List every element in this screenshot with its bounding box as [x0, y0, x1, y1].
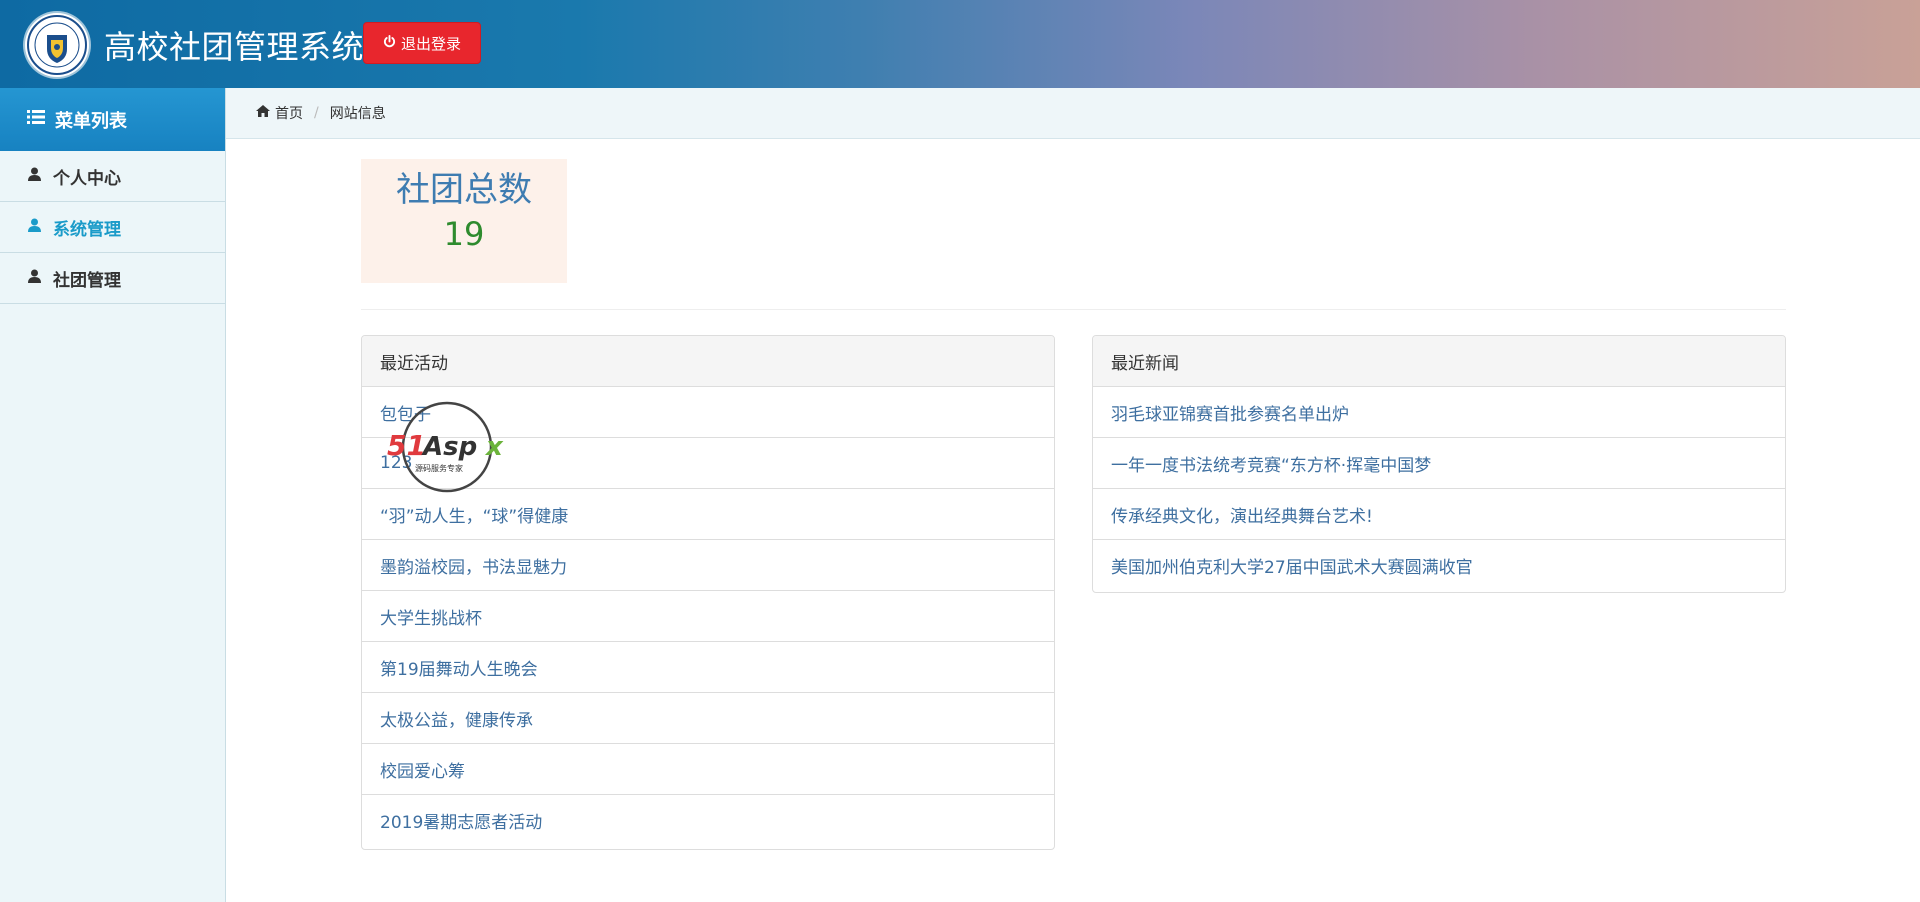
list-item[interactable]: 美国加州伯克利大学27届中国武术大赛圆满收官 [1093, 540, 1785, 591]
list-item[interactable]: 传承经典文化，演出经典舞台艺术! [1093, 489, 1785, 540]
top-header: 高校社团管理系统 退出登录 [0, 0, 1920, 88]
list-icon [27, 109, 45, 130]
logout-label: 退出登录 [400, 34, 461, 53]
sidebar-item-system-management[interactable]: 系统管理 [0, 202, 225, 253]
sidebar-header: 菜单列表 [0, 88, 225, 151]
logout-button[interactable]: 退出登录 [363, 22, 481, 64]
list-item[interactable]: 第19届舞动人生晚会 [362, 642, 1054, 693]
breadcrumb-home[interactable]: 首页 [256, 103, 303, 123]
panel-heading: 最近新闻 [1093, 336, 1785, 387]
breadcrumb-home-label: 首页 [275, 106, 303, 122]
list-item[interactable]: 校园爱心筹 [362, 744, 1054, 795]
list-item[interactable]: 2019暑期志愿者活动 [362, 795, 1054, 846]
sidebar-item-label: 系统管理 [53, 219, 121, 240]
list-item[interactable]: 羽毛球亚锦赛首批参赛名单出炉 [1093, 387, 1785, 438]
sidebar-item-label: 社团管理 [53, 270, 121, 291]
svg-text:x: x [484, 432, 504, 462]
panel-heading: 最近活动 [362, 336, 1054, 387]
user-icon [28, 166, 41, 186]
club-count-card: 社团总数 19 [361, 159, 567, 283]
recent-news-panel: 最近新闻 羽毛球亚锦赛首批参赛名单出炉 一年一度书法统考竞赛“东方杯·挥毫中国梦… [1092, 335, 1786, 593]
breadcrumb: 首页 / 网站信息 [226, 88, 1920, 139]
sidebar-item-personal-center[interactable]: 个人中心 [0, 151, 225, 202]
home-icon [256, 105, 270, 121]
svg-text:Asp: Asp [421, 432, 477, 462]
breadcrumb-separator: / [314, 105, 319, 121]
list-item[interactable]: 一年一度书法统考竞赛“东方杯·挥毫中国梦 [1093, 438, 1785, 489]
watermark-logo: 51 Asp x 源码服务专家 [385, 401, 515, 493]
list-item[interactable]: 墨韵溢校园，书法显魅力 [362, 540, 1054, 591]
sidebar-item-club-management[interactable]: 社团管理 [0, 253, 225, 304]
club-count-value: 19 [443, 215, 485, 253]
svg-text:51: 51 [387, 429, 426, 462]
list-item[interactable]: 大学生挑战杯 [362, 591, 1054, 642]
club-count-title: 社团总数 [396, 170, 532, 210]
app-title: 高校社团管理系统 [104, 28, 365, 66]
university-logo [25, 13, 89, 77]
list-item[interactable]: 太极公益，健康传承 [362, 693, 1054, 744]
breadcrumb-current: 网站信息 [329, 106, 386, 122]
svg-text:源码服务专家: 源码服务专家 [415, 463, 463, 473]
divider [361, 309, 1786, 310]
sidebar: 菜单列表 个人中心 系统管理 社团管理 [0, 88, 226, 902]
user-icon [28, 217, 41, 237]
user-icon [28, 268, 41, 288]
power-icon [383, 34, 396, 52]
sidebar-header-label: 菜单列表 [55, 110, 127, 132]
list-item[interactable]: “羽”动人生，“球”得健康 [362, 489, 1054, 540]
sidebar-item-label: 个人中心 [53, 168, 121, 189]
